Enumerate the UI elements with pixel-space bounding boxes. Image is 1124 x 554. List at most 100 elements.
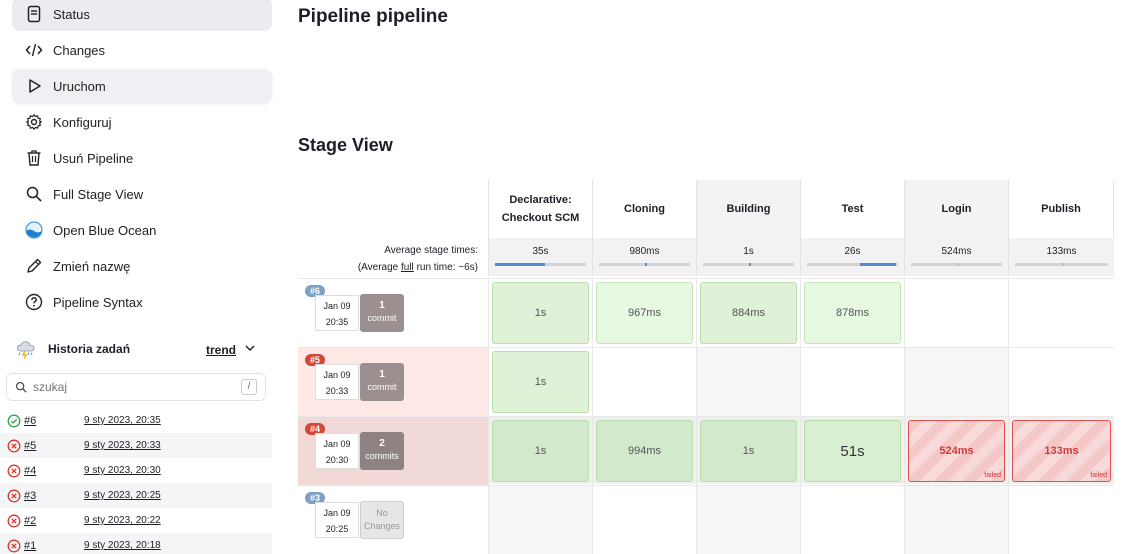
stage-result[interactable]: 878ms — [804, 282, 901, 344]
run-date: Jan 09 20:25 — [315, 502, 359, 538]
stage-average-time: 35s — [532, 246, 549, 257]
stage-result-time: 524ms — [939, 445, 974, 457]
build-row[interactable]: #1 9 sty 2023, 20:18 — [0, 533, 272, 554]
stage-result-failed[interactable]: 524ms failed — [908, 420, 1005, 482]
build-number-link[interactable]: #1 — [24, 540, 84, 552]
chevron-down-icon — [244, 342, 256, 357]
sidebar-item-open-blue-ocean[interactable]: Open Blue Ocean — [12, 213, 272, 247]
build-date-link[interactable]: 9 sty 2023, 20:22 — [84, 515, 161, 526]
commit-count: No — [376, 508, 388, 518]
stage-average: 35s — [488, 238, 592, 276]
stage-cell — [800, 486, 904, 554]
stage-average: 524ms — [904, 238, 1008, 276]
build-date-link[interactable]: 9 sty 2023, 20:18 — [84, 540, 161, 551]
stage-average: 980ms — [592, 238, 696, 276]
build-row[interactable]: #4 9 sty 2023, 20:30 — [0, 458, 272, 483]
sidebar-item-zmien-nazwe[interactable]: Zmień nazwę — [12, 249, 272, 283]
stage-result[interactable]: 884ms — [700, 282, 797, 344]
stage-cell: 967ms — [592, 279, 696, 347]
run-date-day: Jan 09 — [323, 508, 351, 518]
stage-result[interactable]: 1s — [492, 282, 589, 344]
stage-cell: 133ms failed — [1008, 417, 1114, 485]
stage-result-failed[interactable]: 133ms failed — [1012, 420, 1111, 482]
sidebar-item-usun-pipeline[interactable]: Usuń Pipeline — [12, 141, 272, 175]
page-title: Pipeline pipeline — [298, 6, 448, 27]
play-icon — [25, 77, 43, 95]
commit-count: 1 — [379, 300, 385, 311]
pencil-icon — [25, 257, 43, 275]
run-date-day: Jan 09 — [323, 439, 351, 449]
build-number-link[interactable]: #2 — [24, 515, 84, 527]
stage-cell — [904, 279, 1008, 347]
sidebar-item-uruchom[interactable]: Uruchom — [12, 69, 272, 103]
stage-result[interactable]: 1s — [700, 420, 797, 482]
stage-result[interactable]: 51s — [804, 420, 901, 482]
sidebar-item-konfiguruj[interactable]: Konfiguruj — [12, 105, 272, 139]
stage-cell — [904, 348, 1008, 416]
sidebar-item-pipeline-syntax[interactable]: Pipeline Syntax — [12, 285, 272, 319]
stage-result[interactable]: 1s — [492, 351, 589, 413]
help-icon — [25, 293, 43, 311]
commit-label: commit — [367, 313, 397, 323]
gear-icon — [25, 113, 43, 131]
sidebar-item-label: Konfiguruj — [53, 114, 112, 130]
stage-cell — [1008, 486, 1114, 554]
sidebar-item-full-stage-view[interactable]: Full Stage View — [12, 177, 272, 211]
stage-average-time: 524ms — [941, 246, 972, 257]
code-icon — [25, 41, 43, 59]
run-date-day: Jan 09 — [323, 370, 351, 380]
sidebar-item-status[interactable]: Status — [12, 0, 272, 31]
sidebar: Status Changes Uruchom Konfiguruj Usuń P… — [0, 0, 280, 554]
stage-cell — [592, 348, 696, 416]
run-commits[interactable]: 2 commits — [360, 432, 404, 470]
build-row[interactable]: #6 9 sty 2023, 20:35 — [0, 408, 272, 433]
build-search-box[interactable]: / — [6, 373, 266, 401]
build-search-input[interactable] — [33, 380, 213, 394]
build-row[interactable]: #3 9 sty 2023, 20:25 — [0, 483, 272, 508]
stage-average-time: 26s — [844, 246, 861, 257]
stage-result[interactable]: 994ms — [596, 420, 693, 482]
run-commits[interactable]: 1 commit — [360, 294, 404, 332]
failure-icon — [7, 464, 21, 478]
commit-count: 2 — [379, 438, 385, 449]
build-row[interactable]: #5 9 sty 2023, 20:33 — [0, 433, 272, 458]
build-date-link[interactable]: 9 sty 2023, 20:33 — [84, 440, 161, 451]
stage-cell: 1s — [488, 348, 592, 416]
build-number-link[interactable]: #5 — [24, 440, 84, 452]
build-row[interactable]: #2 9 sty 2023, 20:22 — [0, 508, 272, 533]
stage-cell: 524ms failed — [904, 417, 1008, 485]
build-date-link[interactable]: 9 sty 2023, 20:35 — [84, 415, 161, 426]
commit-count: 1 — [379, 369, 385, 380]
stage-average: 26s — [800, 238, 904, 276]
stage-average: 133ms — [1008, 238, 1114, 276]
failure-icon — [7, 514, 21, 528]
run-date-day: Jan 09 — [323, 301, 351, 311]
failure-icon — [7, 489, 21, 503]
average-stage-times-text: Average stage times: — [384, 245, 478, 256]
sidebar-item-label: Changes — [53, 42, 106, 58]
build-date-link[interactable]: 9 sty 2023, 20:30 — [84, 465, 161, 476]
run-date-time: 20:25 — [325, 524, 349, 534]
stage-cell — [1008, 279, 1114, 347]
build-number-link[interactable]: #4 — [24, 465, 84, 477]
stage-average-bar — [703, 263, 794, 266]
commit-label: commit — [367, 382, 397, 392]
full-run-link[interactable]: full — [401, 262, 414, 273]
run-info: #3 Jan 09 20:25 No Changes — [298, 486, 488, 554]
run-date-time: 20:35 — [325, 317, 349, 327]
sidebar-item-changes[interactable]: Changes — [12, 33, 272, 67]
run-commits[interactable]: No Changes — [360, 501, 404, 539]
run-commits[interactable]: 1 commit — [360, 363, 404, 401]
stage-name: Declarative: Checkout SCM — [501, 194, 580, 224]
build-number-link[interactable]: #6 — [24, 415, 84, 427]
trend-link[interactable]: trend — [206, 342, 256, 357]
stage-header: Test — [800, 180, 904, 238]
stage-cell: 1s — [488, 417, 592, 485]
build-number-link[interactable]: #3 — [24, 490, 84, 502]
stage-cell: 1s — [696, 417, 800, 485]
sidebar-item-label: Zmień nazwę — [53, 258, 131, 274]
build-date-link[interactable]: 9 sty 2023, 20:25 — [84, 490, 161, 501]
stage-result[interactable]: 1s — [492, 420, 589, 482]
stage-cell — [696, 486, 800, 554]
stage-result[interactable]: 967ms — [596, 282, 693, 344]
